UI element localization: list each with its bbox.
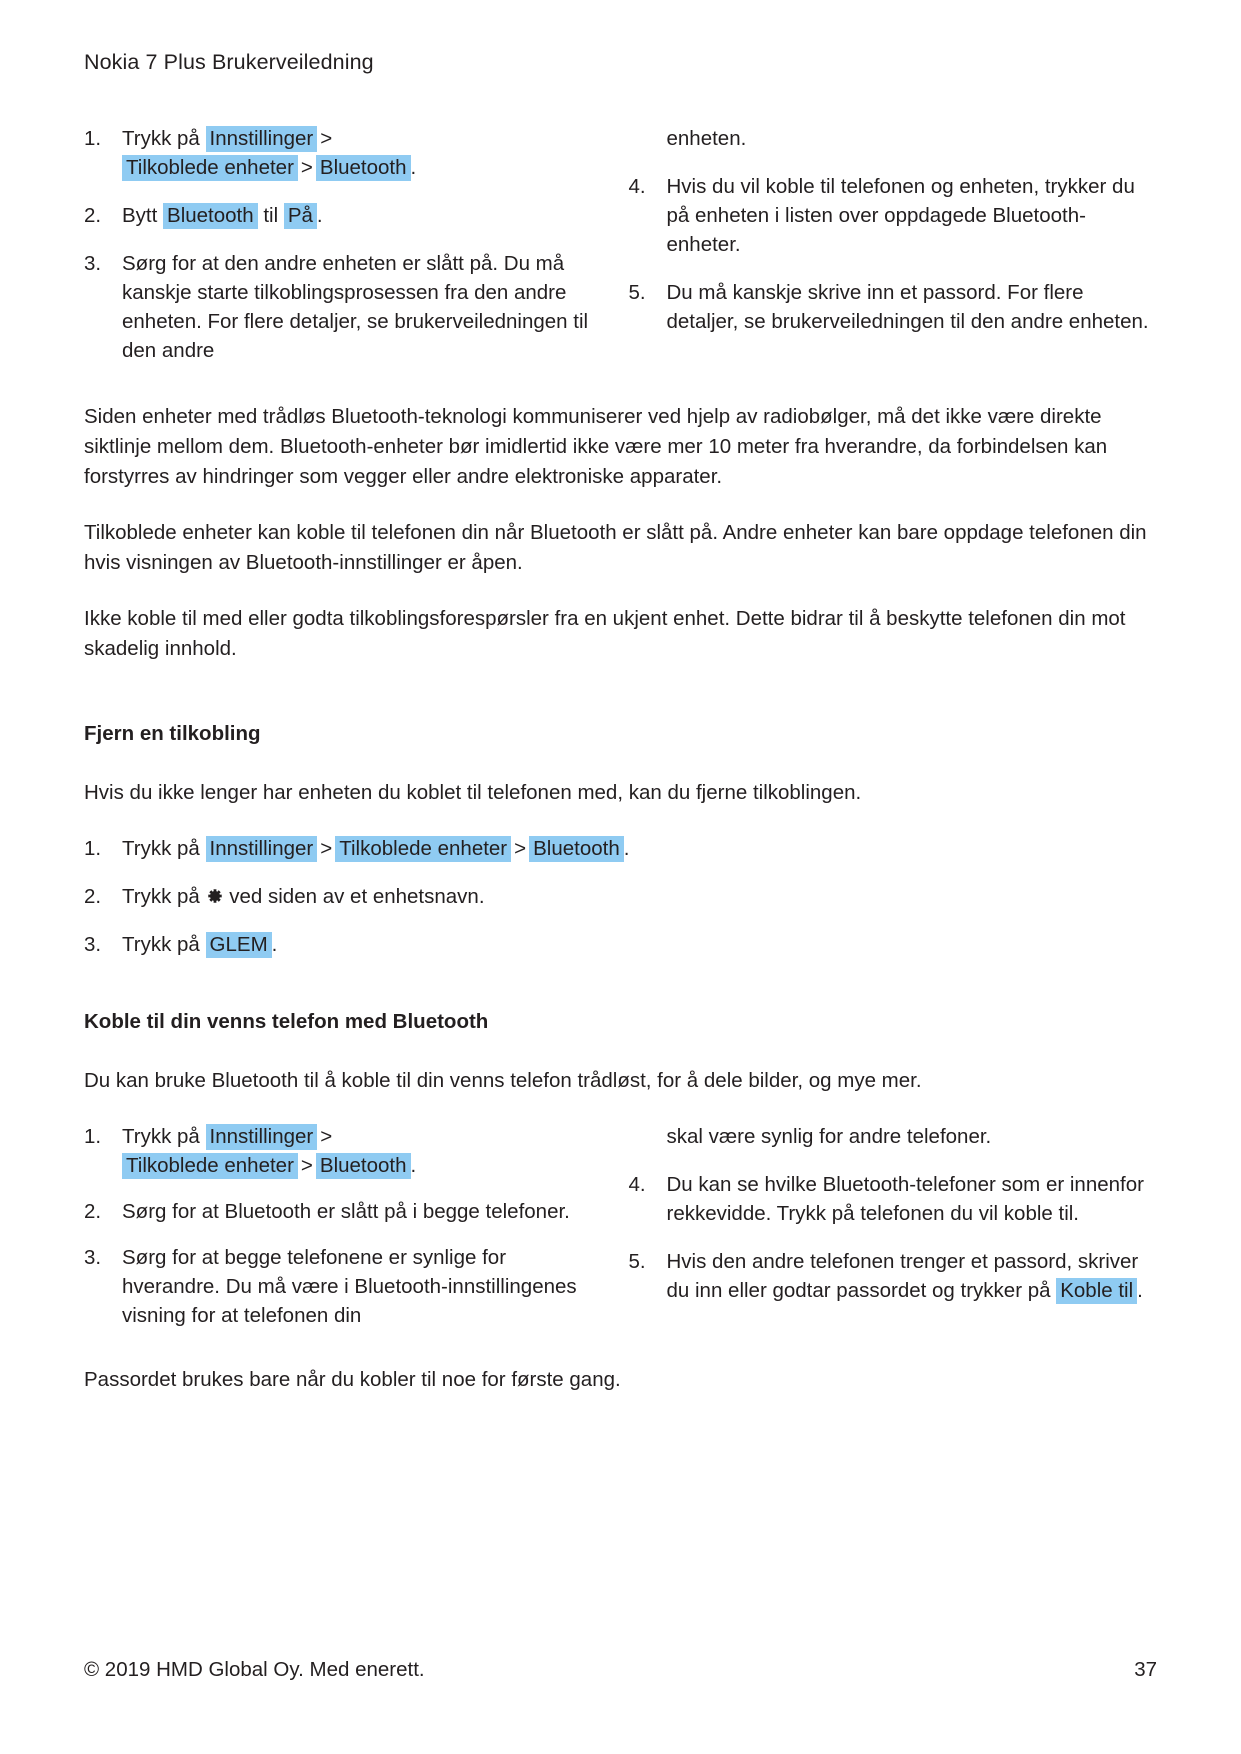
list-marker: 4. <box>628 1173 646 1196</box>
list-marker: 1. <box>84 837 102 860</box>
list-item: 2. Sørg for at Bluetooth er slått på i b… <box>84 1197 591 1226</box>
list-item: 4. Hvis du vil koble til telefonen og en… <box>629 172 1158 259</box>
list-item: 3. Sørg for at den andre enheten er slåt… <box>84 249 591 365</box>
list-item: 1. Trykk på Innstillinger > Tilkoblede enh… <box>84 834 1157 863</box>
list-marker: 2. <box>84 204 102 227</box>
continuation-text: enheten. <box>666 127 747 150</box>
step-list-left: 1. Trykk på Innstillinger > Tilkoblede enh… <box>84 1122 591 1330</box>
list-text: Bytt Bluetooth til På. <box>122 203 323 229</box>
ui-term-highlight: Tilkoblede enheter <box>122 1153 298 1179</box>
list-item: 3. Trykk på GLEM. <box>84 930 1157 959</box>
list-text: Sørg for at Bluetooth er slått på i begg… <box>122 1200 570 1223</box>
step-list-left: 1. Trykk på Innstillinger > Tilkoblede enh… <box>84 124 591 365</box>
section-heading-friend-phone: Koble til din venns telefon med Bluetoot… <box>84 1010 489 1033</box>
list-item: 1. Trykk på Innstillinger > Tilkoblede enh… <box>84 1122 591 1180</box>
paragraph-password-note: Passordet brukes bare når du kobler til … <box>84 1368 621 1391</box>
steps-column-right: skal være synlig for andre telefoner. 4.… <box>621 1122 1158 1347</box>
list-marker: 4. <box>628 175 646 198</box>
ui-term-highlight: Bluetooth <box>315 155 411 181</box>
list-text: Hvis den andre telefonen trenger et pass… <box>666 1250 1143 1304</box>
page-number: 37 <box>1134 1658 1157 1681</box>
breadcrumb-separator: > <box>320 837 333 860</box>
list-marker: 2. <box>84 885 102 908</box>
remove-pairing-step-list: 1. Trykk på Innstillinger > Tilkoblede enh… <box>84 834 1157 959</box>
list-text: Sørg for at begge telefonene er synlige … <box>122 1246 577 1327</box>
ui-term-highlight: Bluetooth <box>529 836 624 862</box>
list-marker: 3. <box>84 1246 102 1269</box>
list-text: Du kan se hvilke Bluetooth-telefoner som… <box>666 1173 1144 1225</box>
steps-column-right: enheten. 4. Hvis du vil koble til telefo… <box>621 124 1158 384</box>
list-marker: 2. <box>84 1200 102 1223</box>
list-marker: 1. <box>84 1125 102 1148</box>
list-item: 3. Sørg for at begge telefonene er synli… <box>84 1243 591 1330</box>
paragraph-unknown-device: Ikke koble til med eller godta tilkoblin… <box>84 607 1126 660</box>
page-content: 1. Trykk på Innstillinger > Tilkoblede enh… <box>84 124 1157 1421</box>
ui-term-highlight: Bluetooth <box>163 203 258 229</box>
breadcrumb-separator: > <box>300 156 313 179</box>
list-marker: 3. <box>84 252 102 275</box>
list-text: Trykk på ved siden av et enhetsnavn. <box>122 885 485 908</box>
section-heading-remove-pairing: Fjern en tilkobling <box>84 722 261 745</box>
list-text: Hvis du vil koble til telefonen og enhet… <box>666 175 1135 256</box>
list-marker: 5. <box>628 1250 646 1273</box>
list-text: Trykk på Innstillinger > Tilkoblede enhete… <box>122 1124 417 1179</box>
paragraph-paired-devices: Tilkoblede enheter kan koble til telefon… <box>84 521 1147 574</box>
list-item: 2. Trykk på ved siden av et enhetsnavn. <box>84 882 1157 911</box>
list-text: Trykk på GLEM. <box>122 932 278 958</box>
ui-term-highlight: Innstillinger <box>205 1124 318 1150</box>
list-item: 5. Hvis den andre telefonen trenger et p… <box>629 1247 1158 1305</box>
list-text: Trykk på Innstillinger > Tilkoblede enhete… <box>122 126 417 181</box>
ui-term-highlight: GLEM <box>205 932 272 958</box>
list-item: 4. Du kan se hvilke Bluetooth-telefoner … <box>629 1170 1158 1228</box>
ui-term-highlight: Innstillinger <box>205 836 318 862</box>
steps-column-left: 1. Trykk på Innstillinger > Tilkoblede enh… <box>84 124 621 384</box>
ui-term-highlight: Tilkoblede enheter <box>122 155 298 181</box>
page-header: Nokia 7 Plus Brukerveiledning <box>84 50 374 74</box>
continuation-text: skal være synlig for andre telefoner. <box>666 1125 992 1148</box>
gear-icon <box>206 887 224 905</box>
step-list-right: 4. Du kan se hvilke Bluetooth-telefoner … <box>629 1170 1158 1305</box>
ui-term-highlight: Koble til <box>1056 1278 1138 1304</box>
breadcrumb-separator: > <box>320 127 333 150</box>
paragraph-radio-waves: Siden enheter med trådløs Bluetooth-tekn… <box>84 405 1108 488</box>
paragraph-friend-phone-intro: Du kan bruke Bluetooth til å koble til d… <box>84 1069 922 1092</box>
ui-term-highlight: Tilkoblede enheter <box>335 836 512 862</box>
list-item: 2. Bytt Bluetooth til På. <box>84 201 591 230</box>
list-text: Du må kanskje skrive inn et passord. For… <box>666 281 1149 333</box>
list-item: 5. Du må kanskje skrive inn et passord. … <box>629 278 1158 336</box>
list-marker: 5. <box>628 281 646 304</box>
pair-device-steps: 1. Trykk på Innstillinger > Tilkoblede enh… <box>84 124 1157 384</box>
breadcrumb-separator: > <box>514 837 527 860</box>
paragraph-remove-pairing-intro: Hvis du ikke lenger har enheten du koble… <box>84 781 862 804</box>
list-item: 1. Trykk på Innstillinger > Tilkoblede enh… <box>84 124 591 182</box>
steps-column-left: 1. Trykk på Innstillinger > Tilkoblede enh… <box>84 1122 621 1347</box>
step-list-right: 4. Hvis du vil koble til telefonen og en… <box>629 172 1158 336</box>
breadcrumb-separator: > <box>320 1125 333 1148</box>
friend-phone-steps: 1. Trykk på Innstillinger > Tilkoblede enh… <box>84 1122 1157 1347</box>
copyright-text: © 2019 HMD Global Oy. Med enerett. <box>84 1658 425 1681</box>
ui-term-highlight: Bluetooth <box>315 1153 411 1179</box>
list-marker: 3. <box>84 933 102 956</box>
ui-term-highlight: Innstillinger <box>205 126 318 152</box>
list-text: Trykk på Innstillinger > Tilkoblede enhete… <box>122 836 630 862</box>
breadcrumb-separator: > <box>300 1154 313 1177</box>
page-footer: © 2019 HMD Global Oy. Med enerett. 37 <box>84 1658 1157 1682</box>
ui-term-highlight: På <box>283 203 317 229</box>
list-text: Sørg for at den andre enheten er slått p… <box>122 252 589 362</box>
list-marker: 1. <box>84 127 102 150</box>
document-page: Nokia 7 Plus Brukerveiledning 1. Trykk p… <box>0 0 1241 1754</box>
